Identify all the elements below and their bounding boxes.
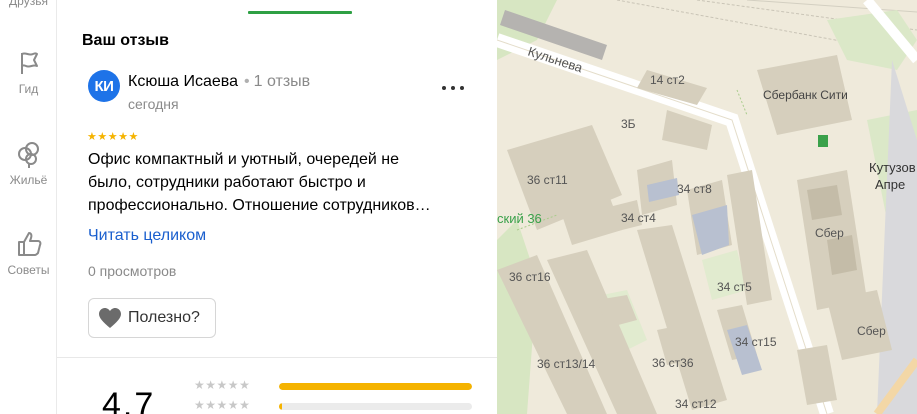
star-icon: ★ [205, 398, 217, 412]
avatar[interactable]: КИ [88, 70, 120, 102]
review-star-rating: ★★★★★ [87, 130, 139, 143]
housing-icon [17, 142, 39, 168]
map-label-3b: 3Б [621, 117, 636, 131]
map-label-34-st15: 34 ст15 [735, 335, 777, 349]
star-icon: ★ [194, 378, 206, 392]
views-count: 0 просмотров [88, 263, 177, 279]
park-marker-icon [818, 135, 828, 147]
map-view[interactable]: Кульнева 14 ст2 Сбербанк Сити Кутузов Апре 3… [497, 0, 917, 414]
map-label-36-st16: 36 ст16 [509, 270, 551, 284]
map-label-34-st5: 34 ст5 [717, 280, 752, 294]
map-label-34-st12: 34 ст12 [675, 397, 717, 411]
star-icon: ★ [128, 131, 139, 143]
review-panel: Ваш отзыв КИ Ксюша Исаева • 1 отзыв сегодн… [57, 0, 497, 414]
left-nav-rail: Друзья Гид Жильё Советы [0, 0, 57, 414]
nav-item-friends[interactable]: Друзья [0, 0, 56, 8]
review-text: Офис компактный и уютный, очередей не бы… [88, 148, 478, 217]
star-icon: ★ [87, 131, 98, 143]
map-label-sky-36: ский 36 [497, 211, 542, 226]
star-icon: ★ [227, 398, 240, 412]
overall-rating: 4.7 [102, 386, 156, 414]
more-dots-icon [442, 86, 446, 90]
review-date: сегодня [128, 96, 179, 112]
star-icon: ★ [239, 378, 251, 392]
active-tab-indicator [248, 11, 352, 14]
author-name[interactable]: Ксюша Исаева [128, 73, 238, 90]
rating-row: ★★★★★ [194, 378, 494, 398]
map-label-14-st2: 14 ст2 [650, 73, 685, 87]
rating-distribution: ★★★★★ ★★★★★ [194, 378, 494, 414]
useful-button-label: Полезно? [128, 309, 200, 326]
rating-row-bar-fill [279, 383, 472, 390]
rating-row-bar [279, 383, 472, 390]
nav-item-label: Советы [7, 263, 50, 277]
thumbs-up-icon [17, 232, 41, 256]
map-label-36-st36: 36 ст36 [652, 356, 694, 370]
star-icon: ★ [118, 131, 129, 143]
star-icon: ★ [239, 398, 251, 412]
map-label-34-st4: 34 ст4 [621, 211, 656, 225]
map-label-sber-1: Сбер [815, 226, 844, 240]
review-text-line: профессионально. Отношение сотрудников… [88, 197, 431, 214]
review-text-line: было, сотрудники работают быстро и [88, 174, 366, 191]
flag-icon [20, 52, 38, 74]
star-icon: ★ [216, 378, 228, 392]
map-label-kutuzov: Кутузов [869, 160, 916, 175]
review-author: Ксюша Исаева • 1 отзыв [128, 73, 310, 91]
nav-item-guide[interactable]: Гид [0, 48, 56, 96]
section-divider [57, 357, 497, 358]
rating-row-stars: ★★★★★ [194, 398, 250, 412]
nav-item-label: Друзья [9, 0, 48, 8]
map-label-34-st8: 34 ст8 [677, 182, 712, 196]
star-icon: ★ [97, 131, 108, 143]
nav-item-tips[interactable]: Советы [0, 229, 56, 277]
star-icon: ★ [227, 378, 240, 392]
nav-item-label: Жильё [9, 173, 48, 187]
useful-button[interactable]: Полезно? [88, 298, 216, 338]
map-label-36-st13-14: 36 ст13/14 [537, 357, 596, 371]
rating-row-stars: ★★★★★ [194, 378, 250, 392]
star-icon: ★ [107, 131, 119, 143]
star-icon: ★ [205, 378, 217, 392]
rating-row-bar [279, 403, 472, 410]
more-options-button[interactable] [442, 78, 464, 98]
author-reviews-count: 1 отзыв [253, 73, 311, 90]
map-label-sberbank-city: Сбербанк Сити [763, 88, 848, 102]
star-icon: ★ [194, 398, 206, 412]
rating-row: ★★★★★ [194, 398, 494, 414]
heart-icon [99, 308, 121, 328]
review-text-line: Офис компактный и уютный, очередей не [88, 151, 399, 168]
map-label-apre: Апре [875, 177, 906, 192]
section-title: Ваш отзыв [82, 32, 169, 49]
nav-item-housing[interactable]: Жильё [0, 139, 56, 187]
rating-row-bar-fill [279, 403, 282, 410]
nav-item-label: Гид [18, 82, 39, 96]
star-icon: ★ [216, 398, 228, 412]
read-more-link[interactable]: Читать целиком [88, 227, 206, 245]
separator-dot: • [244, 73, 250, 90]
map-label-sber-2: Сбер [857, 324, 886, 338]
map-label-36-st11: 36 ст11 [527, 173, 568, 187]
